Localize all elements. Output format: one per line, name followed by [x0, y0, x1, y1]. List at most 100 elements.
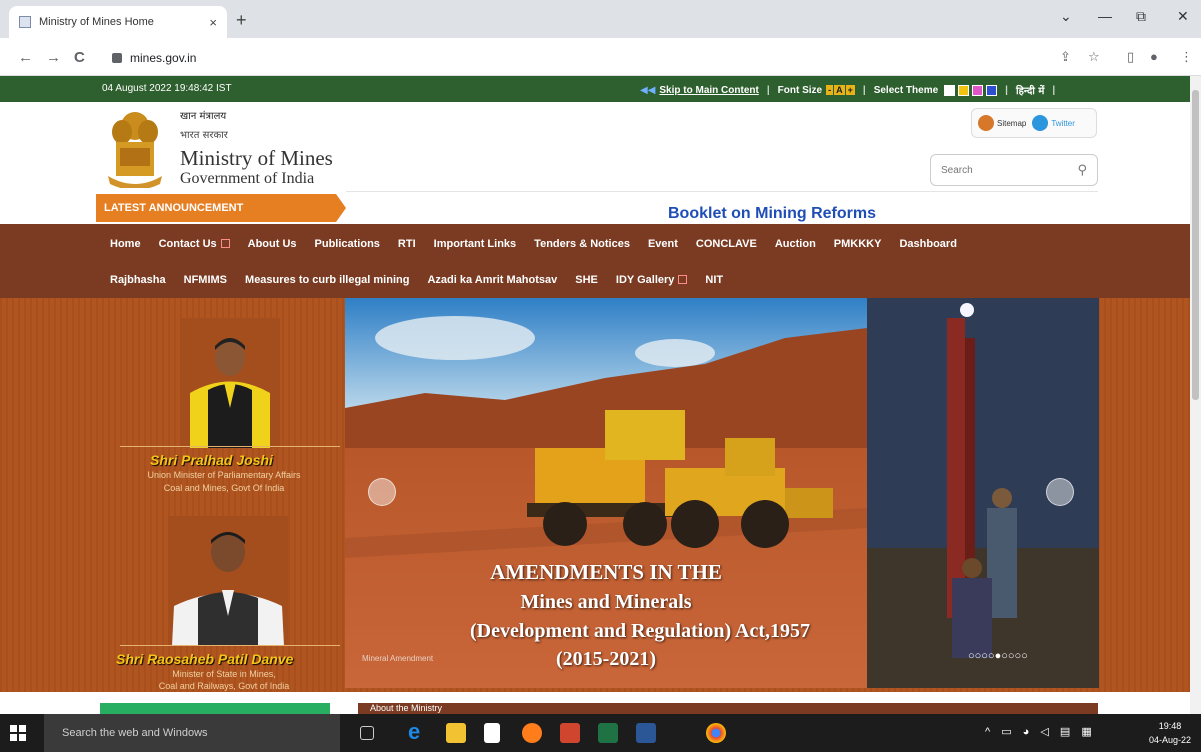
- sitemap-icon: [978, 115, 994, 131]
- menu-kebab-icon[interactable]: ⋮: [1180, 49, 1193, 65]
- nav-she[interactable]: SHE: [575, 274, 598, 286]
- edge-browser-icon[interactable]: e: [408, 719, 428, 744]
- screen-reader-icon: ◀◀: [640, 84, 656, 96]
- divider: [120, 446, 340, 447]
- maximize-button[interactable]: ⧉: [1136, 8, 1146, 25]
- site-search: ⚲: [930, 154, 1098, 186]
- minimize-button[interactable]: —: [1098, 8, 1112, 24]
- task-view-icon[interactable]: [360, 726, 374, 740]
- nav-nfmims[interactable]: NFMIMS: [184, 274, 227, 286]
- reload-button[interactable]: C: [74, 49, 85, 66]
- main-navigation: Home Contact Us About Us Publications RT…: [0, 224, 1190, 298]
- minister-role: Minister of State in Mines,: [172, 669, 276, 679]
- carousel-next-button[interactable]: [1046, 478, 1074, 506]
- divider: |: [1052, 84, 1056, 96]
- firefox-icon[interactable]: [522, 723, 542, 743]
- profile-icon[interactable]: ●: [1150, 49, 1158, 64]
- system-tray-icons[interactable]: ^ ▭ ◕ ◁ ▤ ▦: [985, 725, 1096, 738]
- booklet-announcement-link[interactable]: Booklet on Mining Reforms: [668, 205, 876, 223]
- divider: |: [862, 84, 866, 96]
- theme-pink-swatch[interactable]: [972, 84, 984, 96]
- hindi-language-link[interactable]: हिन्दी में: [1016, 83, 1044, 97]
- windows-start-icon[interactable]: [10, 725, 26, 741]
- share-icon[interactable]: ⇪: [1060, 49, 1071, 65]
- powerpoint-icon[interactable]: [560, 723, 580, 743]
- scrollbar-thumb[interactable]: [1192, 90, 1199, 400]
- nav-conclave[interactable]: CONCLAVE: [696, 238, 757, 250]
- taskbar-clock[interactable]: 19:48 04-Aug-22: [1149, 719, 1191, 747]
- nav-dashboard[interactable]: Dashboard: [899, 238, 956, 250]
- file-explorer-icon[interactable]: [446, 723, 466, 743]
- back-button[interactable]: ←: [18, 49, 33, 66]
- bookmark-star-icon[interactable]: ☆: [1088, 49, 1100, 65]
- search-input[interactable]: [931, 155, 1061, 185]
- nav-auction[interactable]: Auction: [775, 238, 816, 250]
- taskbar-search-box[interactable]: Search the web and Windows: [44, 714, 340, 752]
- tab-close-icon[interactable]: ×: [209, 15, 217, 30]
- theme-blue-swatch[interactable]: [986, 84, 998, 96]
- nav-illegal-mining[interactable]: Measures to curb illegal mining: [245, 274, 409, 286]
- skip-to-main-link[interactable]: Skip to Main Content: [659, 85, 758, 96]
- divider: [346, 191, 1098, 192]
- select-theme-label: Select Theme: [873, 84, 939, 96]
- nav-rti[interactable]: RTI: [398, 238, 416, 250]
- font-increase-button[interactable]: +: [845, 85, 855, 95]
- nav-contact-us[interactable]: Contact Us: [159, 238, 230, 250]
- windows-taskbar: Search the web and Windows e ^ ▭ ◕ ◁ ▤ ▦…: [0, 714, 1201, 752]
- tab-search-chevron-icon[interactable]: ⌄: [1060, 8, 1072, 25]
- forward-button[interactable]: →: [46, 49, 61, 66]
- external-link-icon: [220, 239, 230, 248]
- sitemap-link[interactable]: Sitemap: [997, 119, 1026, 128]
- slide-heading-line3: (Development and Regulation) Act,1957: [470, 620, 810, 642]
- slide-heading-line1: AMENDMENTS IN THE: [490, 560, 722, 584]
- hindi-govt-text: भारत सरकार: [180, 130, 228, 141]
- clock-time: 19:48: [1158, 721, 1182, 731]
- minister-name: Shri Pralhad Joshi: [150, 452, 273, 468]
- nav-home[interactable]: Home: [110, 238, 141, 250]
- url-field[interactable]: mines.gov.in: [112, 47, 1048, 69]
- font-decrease-button[interactable]: -: [826, 85, 834, 95]
- datetime-text: 04 August 2022 19:48:42 IST: [102, 83, 232, 94]
- divider: |: [766, 84, 770, 96]
- external-link-icon: [678, 275, 688, 284]
- nav-rajbhasha[interactable]: Rajbhasha: [110, 274, 166, 286]
- tab-title: Ministry of Mines Home: [39, 16, 154, 28]
- nav-publications[interactable]: Publications: [315, 238, 380, 250]
- carousel-indicator-dots[interactable]: ○○○○●○○○○: [968, 650, 1028, 662]
- taskbar-search-text: Search the web and Windows: [62, 727, 208, 739]
- side-panel-icon[interactable]: ▯: [1127, 49, 1134, 65]
- font-size-label: Font Size: [777, 84, 823, 96]
- minister-photo-joshi: [180, 318, 280, 448]
- excel-icon[interactable]: [598, 723, 618, 743]
- close-window-button[interactable]: ✕: [1177, 8, 1189, 25]
- slide-caption: Mineral Amendment: [362, 654, 434, 663]
- nav-event[interactable]: Event: [648, 238, 678, 250]
- new-tab-button[interactable]: +: [236, 10, 247, 31]
- nav-tenders-notices[interactable]: Tenders & Notices: [534, 238, 630, 250]
- browser-tab[interactable]: Ministry of Mines Home ×: [9, 6, 227, 38]
- page-scrollbar[interactable]: [1190, 76, 1201, 714]
- nav-nit[interactable]: NIT: [705, 274, 723, 286]
- government-subtitle: Government of India: [180, 170, 315, 187]
- word-icon[interactable]: [636, 723, 656, 743]
- nav-idy-gallery[interactable]: IDY Gallery: [616, 274, 688, 286]
- about-ministry-label: About the Ministry: [370, 703, 443, 713]
- minister-role: Coal and Mines, Govt Of India: [163, 483, 285, 493]
- nav-row-secondary: Rajbhasha NFMIMS Measures to curb illega…: [110, 274, 741, 286]
- chrome-icon[interactable]: [706, 723, 726, 743]
- theme-white-swatch[interactable]: [944, 84, 956, 96]
- search-icon[interactable]: ⚲: [1077, 162, 1087, 178]
- store-icon[interactable]: [484, 723, 500, 743]
- theme-yellow-swatch[interactable]: [958, 84, 970, 96]
- nav-about-us[interactable]: About Us: [248, 238, 297, 250]
- site-top-strip: 04 August 2022 19:48:42 IST ◀◀ Skip to M…: [0, 76, 1190, 102]
- nav-azadi-ka-amrit-mahotsav[interactable]: Azadi ka Amrit Mahotsav: [427, 274, 557, 286]
- twitter-link[interactable]: Twitter: [1051, 119, 1075, 128]
- clock-date: 04-Aug-22: [1148, 735, 1191, 745]
- carousel-prev-button[interactable]: [368, 478, 396, 506]
- accessibility-tools: ◀◀ Skip to Main Content | Font Size - A …: [640, 83, 1063, 97]
- nav-important-links[interactable]: Important Links: [434, 238, 517, 250]
- nav-pmkkky[interactable]: PMKKKY: [834, 238, 882, 250]
- nav-row-primary: Home Contact Us About Us Publications RT…: [110, 238, 975, 250]
- font-normal-button[interactable]: A: [834, 85, 845, 95]
